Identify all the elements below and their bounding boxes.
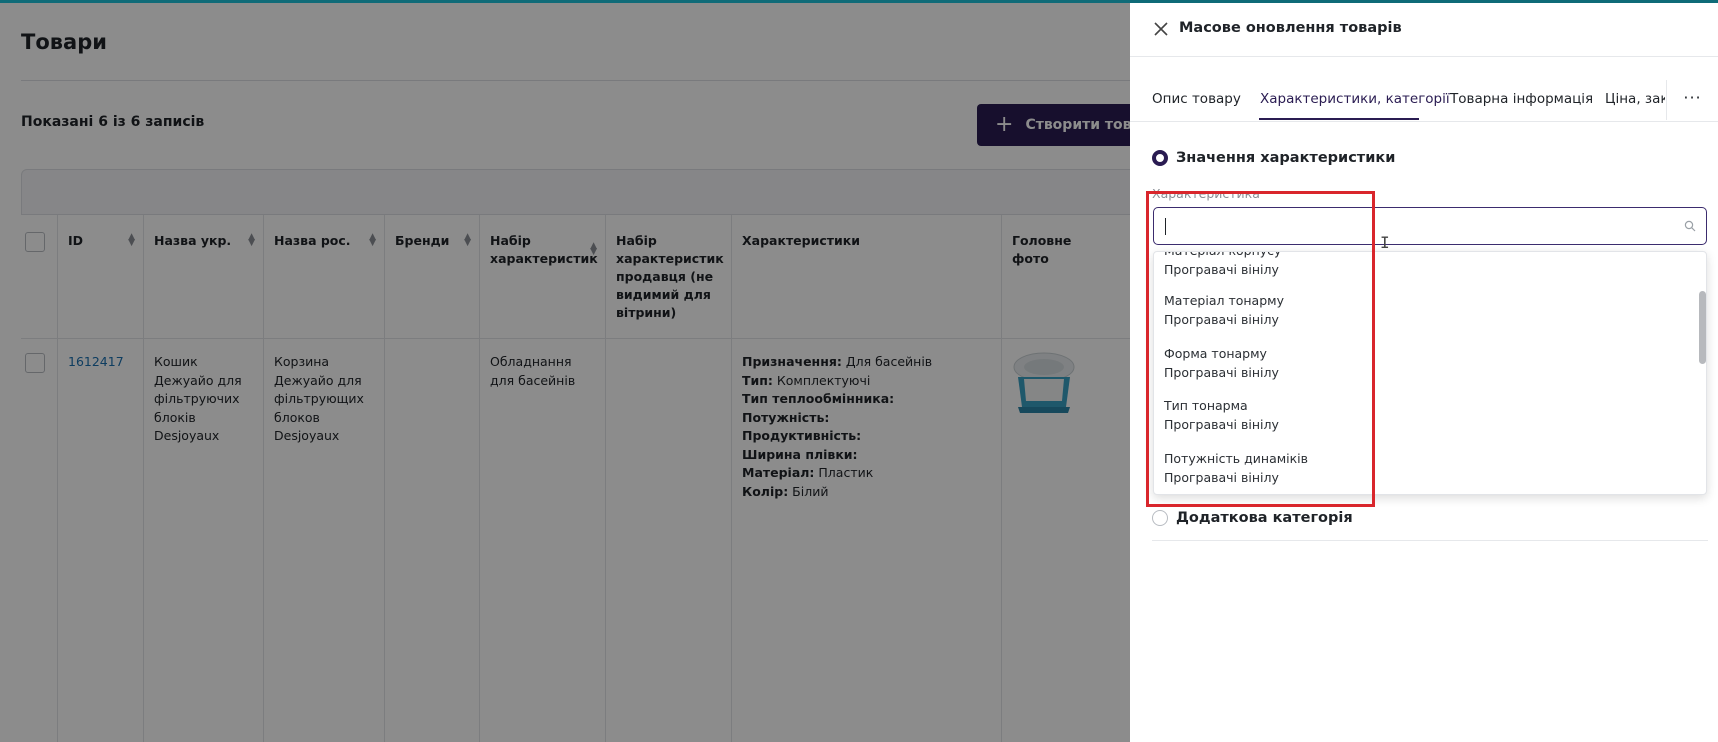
tab-price-purchase[interactable]: Ціна, закупівля xyxy=(1605,91,1665,107)
dropdown-scrollbar[interactable] xyxy=(1699,291,1706,364)
section-divider xyxy=(1152,540,1708,541)
tabs-more-button[interactable]: ··· xyxy=(1666,80,1718,120)
drawer-tabs: Опис товару Характеристики, категорії То… xyxy=(1130,80,1718,122)
radio-feature-value-label: Значення характеристики xyxy=(1176,150,1396,166)
search-icon xyxy=(1684,220,1696,232)
tab-features-categories[interactable]: Характеристики, категорії xyxy=(1260,91,1450,107)
close-icon[interactable] xyxy=(1153,21,1169,37)
tab-product-description[interactable]: Опис товару xyxy=(1152,91,1241,107)
tab-product-info[interactable]: Товарна інформація xyxy=(1450,91,1593,107)
highlight-annotation xyxy=(1146,191,1375,507)
drawer-title: Масове оновлення товарів xyxy=(1179,20,1402,36)
radio-additional-category-option[interactable]: Додаткова категорія xyxy=(1152,510,1353,526)
modal-backdrop[interactable] xyxy=(0,0,1130,742)
radio-additional-category-label: Додаткова категорія xyxy=(1176,510,1353,526)
text-cursor-icon: I xyxy=(1380,233,1390,252)
radio-checked-icon xyxy=(1152,150,1168,166)
drawer-header: Масове оновлення товарів xyxy=(1130,0,1718,57)
active-tab-indicator xyxy=(1259,118,1419,120)
radio-unchecked-icon xyxy=(1152,510,1168,526)
radio-feature-value-option[interactable]: Значення характеристики xyxy=(1152,150,1395,166)
top-accent-bar xyxy=(0,0,1718,3)
tab-clip: Ціна, закупівля xyxy=(1605,80,1665,120)
